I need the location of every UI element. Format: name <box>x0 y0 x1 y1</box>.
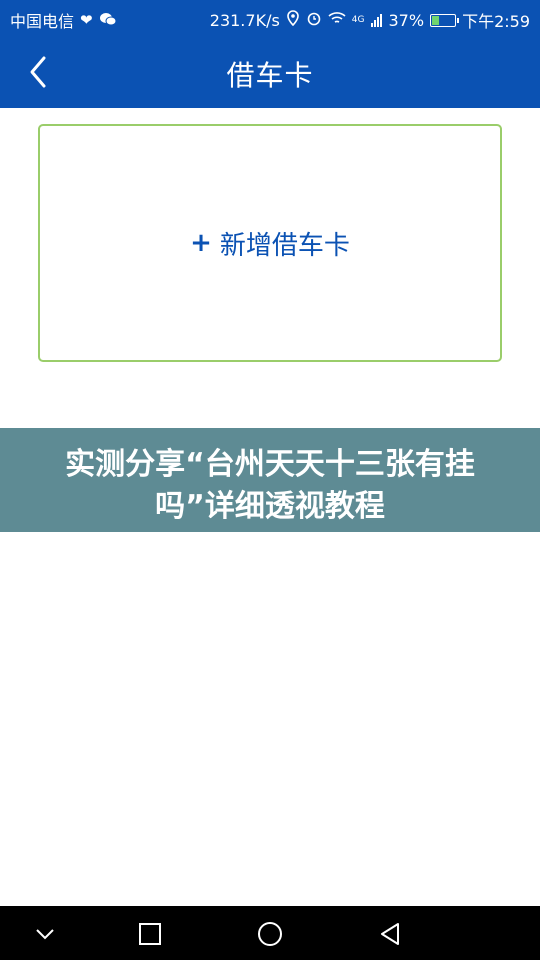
app-header: 借车卡 <box>0 36 540 108</box>
promo-banner: 实测分享“台州天天十三张有挂吗”详细透视教程 <box>0 428 540 532</box>
hide-nav-button[interactable] <box>30 919 60 949</box>
network-type: 4G <box>351 15 365 25</box>
carrier-label: 中国电信 <box>10 12 75 31</box>
page-title: 借车卡 <box>226 59 314 92</box>
status-right: 231.7K/s 4G 37% 下午2:59 <box>204 8 530 32</box>
status-left: 中国电信 ❤ <box>10 8 117 32</box>
location-icon <box>286 10 300 30</box>
alarm-icon <box>306 10 322 30</box>
battery-percent: 37% <box>388 10 425 30</box>
recents-button[interactable] <box>135 919 165 949</box>
home-button[interactable] <box>255 919 285 949</box>
add-card-button[interactable]: + 新增借车卡 <box>38 124 502 362</box>
heart-icon: ❤ <box>80 10 93 29</box>
circle-icon <box>258 922 282 946</box>
back-nav-button[interactable] <box>375 919 405 949</box>
network-speed: 231.7K/s <box>209 10 280 30</box>
wifi-icon <box>328 11 346 29</box>
signal-icon <box>370 13 383 27</box>
square-icon <box>139 923 161 945</box>
navigation-bar <box>0 906 540 960</box>
status-bar: 中国电信 ❤ 231.7K/s 4G 37% 下午2:59 <box>0 0 540 36</box>
plus-icon: + <box>190 228 212 258</box>
battery-icon <box>430 13 460 27</box>
add-card-label: 新增借车卡 <box>219 230 350 261</box>
wechat-icon <box>99 12 117 29</box>
triangle-back-icon <box>381 923 399 945</box>
chevron-down-icon <box>36 929 54 940</box>
banner-text: 实测分享“台州天天十三张有挂吗”详细透视教程 <box>65 447 475 524</box>
clock: 下午2:59 <box>462 12 530 31</box>
